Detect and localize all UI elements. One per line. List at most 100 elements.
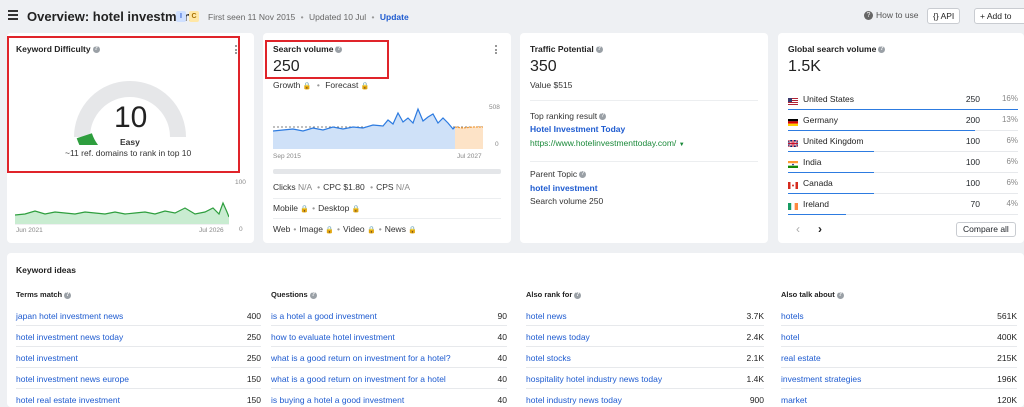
country-row-ie[interactable]: Ireland 70 4% (788, 196, 1024, 217)
keyword-link[interactable]: investment strategies (781, 374, 861, 384)
page-meta: First seen 11 Nov 2015 • Updated 10 Jul … (208, 12, 409, 22)
keyword-link[interactable]: what is a good return on investment for … (271, 353, 451, 363)
add-to-button[interactable]: + Add to (974, 8, 1024, 24)
forecast-tab[interactable]: Forecast (325, 80, 358, 90)
kd-x-start: Jun 2021 (16, 227, 43, 234)
tp-parent-topic[interactable]: hotel investment (530, 183, 598, 193)
volume-bar (781, 346, 1017, 347)
help-icon[interactable]: ? (878, 46, 886, 54)
column-header: Questions? (271, 290, 317, 299)
help-icon[interactable]: ? (599, 113, 607, 121)
help-icon[interactable]: ? (836, 291, 844, 299)
keyword-volume: 250 (246, 353, 261, 363)
tp-top-result-title[interactable]: Hotel Investment Today (530, 124, 625, 134)
keyword-link[interactable]: what is a good return on investment for … (271, 374, 446, 384)
keyword-volume: 40 (497, 395, 507, 405)
keyword-volume: 120K (997, 395, 1017, 405)
gsv-title: Global search volume? (788, 44, 886, 54)
keyword-link[interactable]: hotel (781, 332, 799, 342)
country-share-bar (788, 130, 1018, 131)
keyword-link[interactable]: is buying a hotel a good investment (271, 395, 404, 405)
keyword-link[interactable]: hotel investment news europe (16, 374, 129, 384)
compare-all-button[interactable]: Compare all (956, 222, 1016, 237)
keyword-link[interactable]: real estate (781, 353, 821, 363)
next-arrow-icon[interactable]: › (818, 222, 822, 236)
in-flag-icon (788, 160, 798, 168)
ideas-title: Keyword ideas (16, 265, 76, 275)
country-share: 6% (1006, 136, 1018, 145)
divider (273, 218, 501, 219)
keyword-volume: 40 (497, 353, 507, 363)
keyword-link[interactable]: hotel investment news today (16, 332, 123, 342)
keyword-link[interactable]: hotel industry news today (526, 395, 622, 405)
keyword-link[interactable]: japan hotel investment news (16, 311, 123, 321)
tp-top-result-url[interactable]: https://www.hotelinvestmenttoday.com/ ▼ (530, 138, 685, 148)
help-icon[interactable]: ? (595, 46, 603, 54)
keyword-link[interactable]: hospitality hotel industry news today (526, 374, 662, 384)
keyword-link[interactable]: hotels (781, 311, 804, 321)
growth-tab[interactable]: Growth (273, 80, 300, 90)
help-icon[interactable]: ? (574, 291, 582, 299)
sv-y-max: 508 (489, 104, 500, 111)
keyword-volume: 196K (997, 374, 1017, 384)
keyword-link[interactable]: market (781, 395, 807, 405)
lock-icon: 🔒 (302, 83, 312, 90)
keyword-link[interactable]: hotel stocks (526, 353, 571, 363)
volume-bar (526, 388, 764, 389)
sv-scrollbar[interactable] (273, 169, 501, 174)
country-name: India (803, 157, 822, 167)
divider (530, 161, 758, 162)
help-icon[interactable]: ? (579, 171, 587, 179)
volume-bar (781, 367, 1017, 368)
country-share-bar (788, 214, 1018, 215)
country-row-in[interactable]: India 100 6% (788, 154, 1024, 175)
keyword-volume: 215K (997, 353, 1017, 363)
sv-menu-icon[interactable] (495, 45, 498, 56)
country-name: United States (803, 94, 855, 104)
volume-bar (16, 388, 261, 389)
keyword-volume: 3.7K (746, 311, 765, 321)
gsv-card: Global search volume? 1.5K United States… (778, 33, 1024, 243)
keyword-link[interactable]: hotel news (526, 311, 567, 321)
prev-arrow-icon[interactable]: ‹ (796, 222, 800, 236)
country-volume: 250 (965, 94, 980, 104)
gsv-value: 1.5K (788, 58, 821, 75)
country-row-gb[interactable]: United Kingdom 100 6% (787, 133, 1024, 154)
keyword-link[interactable]: hotel real estate investment (16, 395, 120, 405)
how-to-use-link[interactable]: ? How to use (864, 10, 919, 21)
country-row-ca[interactable]: Canada 100 6% (788, 175, 1024, 196)
tp-parent-volume: Search volume 250 (530, 196, 604, 206)
column-header: Terms match? (16, 290, 72, 299)
help-icon[interactable]: ? (309, 291, 317, 299)
top-bar: Overview: hotel investment I C First see… (0, 0, 1024, 32)
volume-bar (271, 346, 507, 347)
keyword-link[interactable]: hotel news today (526, 332, 590, 342)
ca-flag-icon (788, 181, 798, 189)
tp-value: 350 (530, 58, 557, 75)
country-volume: 100 (965, 178, 980, 188)
keyword-link[interactable]: is a hotel a good investment (271, 311, 377, 321)
sv-highlight-box (265, 40, 389, 79)
country-row-de[interactable]: Germany 200 13% (788, 112, 1024, 133)
country-share: 6% (1006, 178, 1018, 187)
caret-down-icon: ▼ (678, 142, 685, 148)
sv-x-end: Jul 2027 (457, 153, 482, 160)
sv-device-row: Mobile 🔒 • Desktop 🔒 (273, 203, 361, 213)
keyword-link[interactable]: hotel investment (16, 353, 78, 363)
volume-bar (526, 325, 764, 326)
keyword-link[interactable]: how to evaluate hotel investment (271, 332, 395, 342)
country-name: United Kingdom (803, 136, 864, 146)
country-volume: 70 (970, 199, 980, 209)
help-icon[interactable]: ? (64, 291, 72, 299)
country-row-us[interactable]: United States 250 16% (788, 91, 1024, 112)
sv-y-min: 0 (495, 141, 499, 148)
country-share-bar (788, 172, 1018, 173)
column-header: Also talk about? (781, 290, 844, 299)
question-icon: ? (864, 11, 873, 21)
volume-bar (526, 346, 764, 347)
tp-title: Traffic Potential? (530, 44, 603, 54)
api-button[interactable]: {} API (927, 8, 961, 24)
update-link[interactable]: Update (380, 12, 409, 22)
menu-icon[interactable] (8, 10, 18, 20)
country-share: 6% (1006, 157, 1018, 166)
